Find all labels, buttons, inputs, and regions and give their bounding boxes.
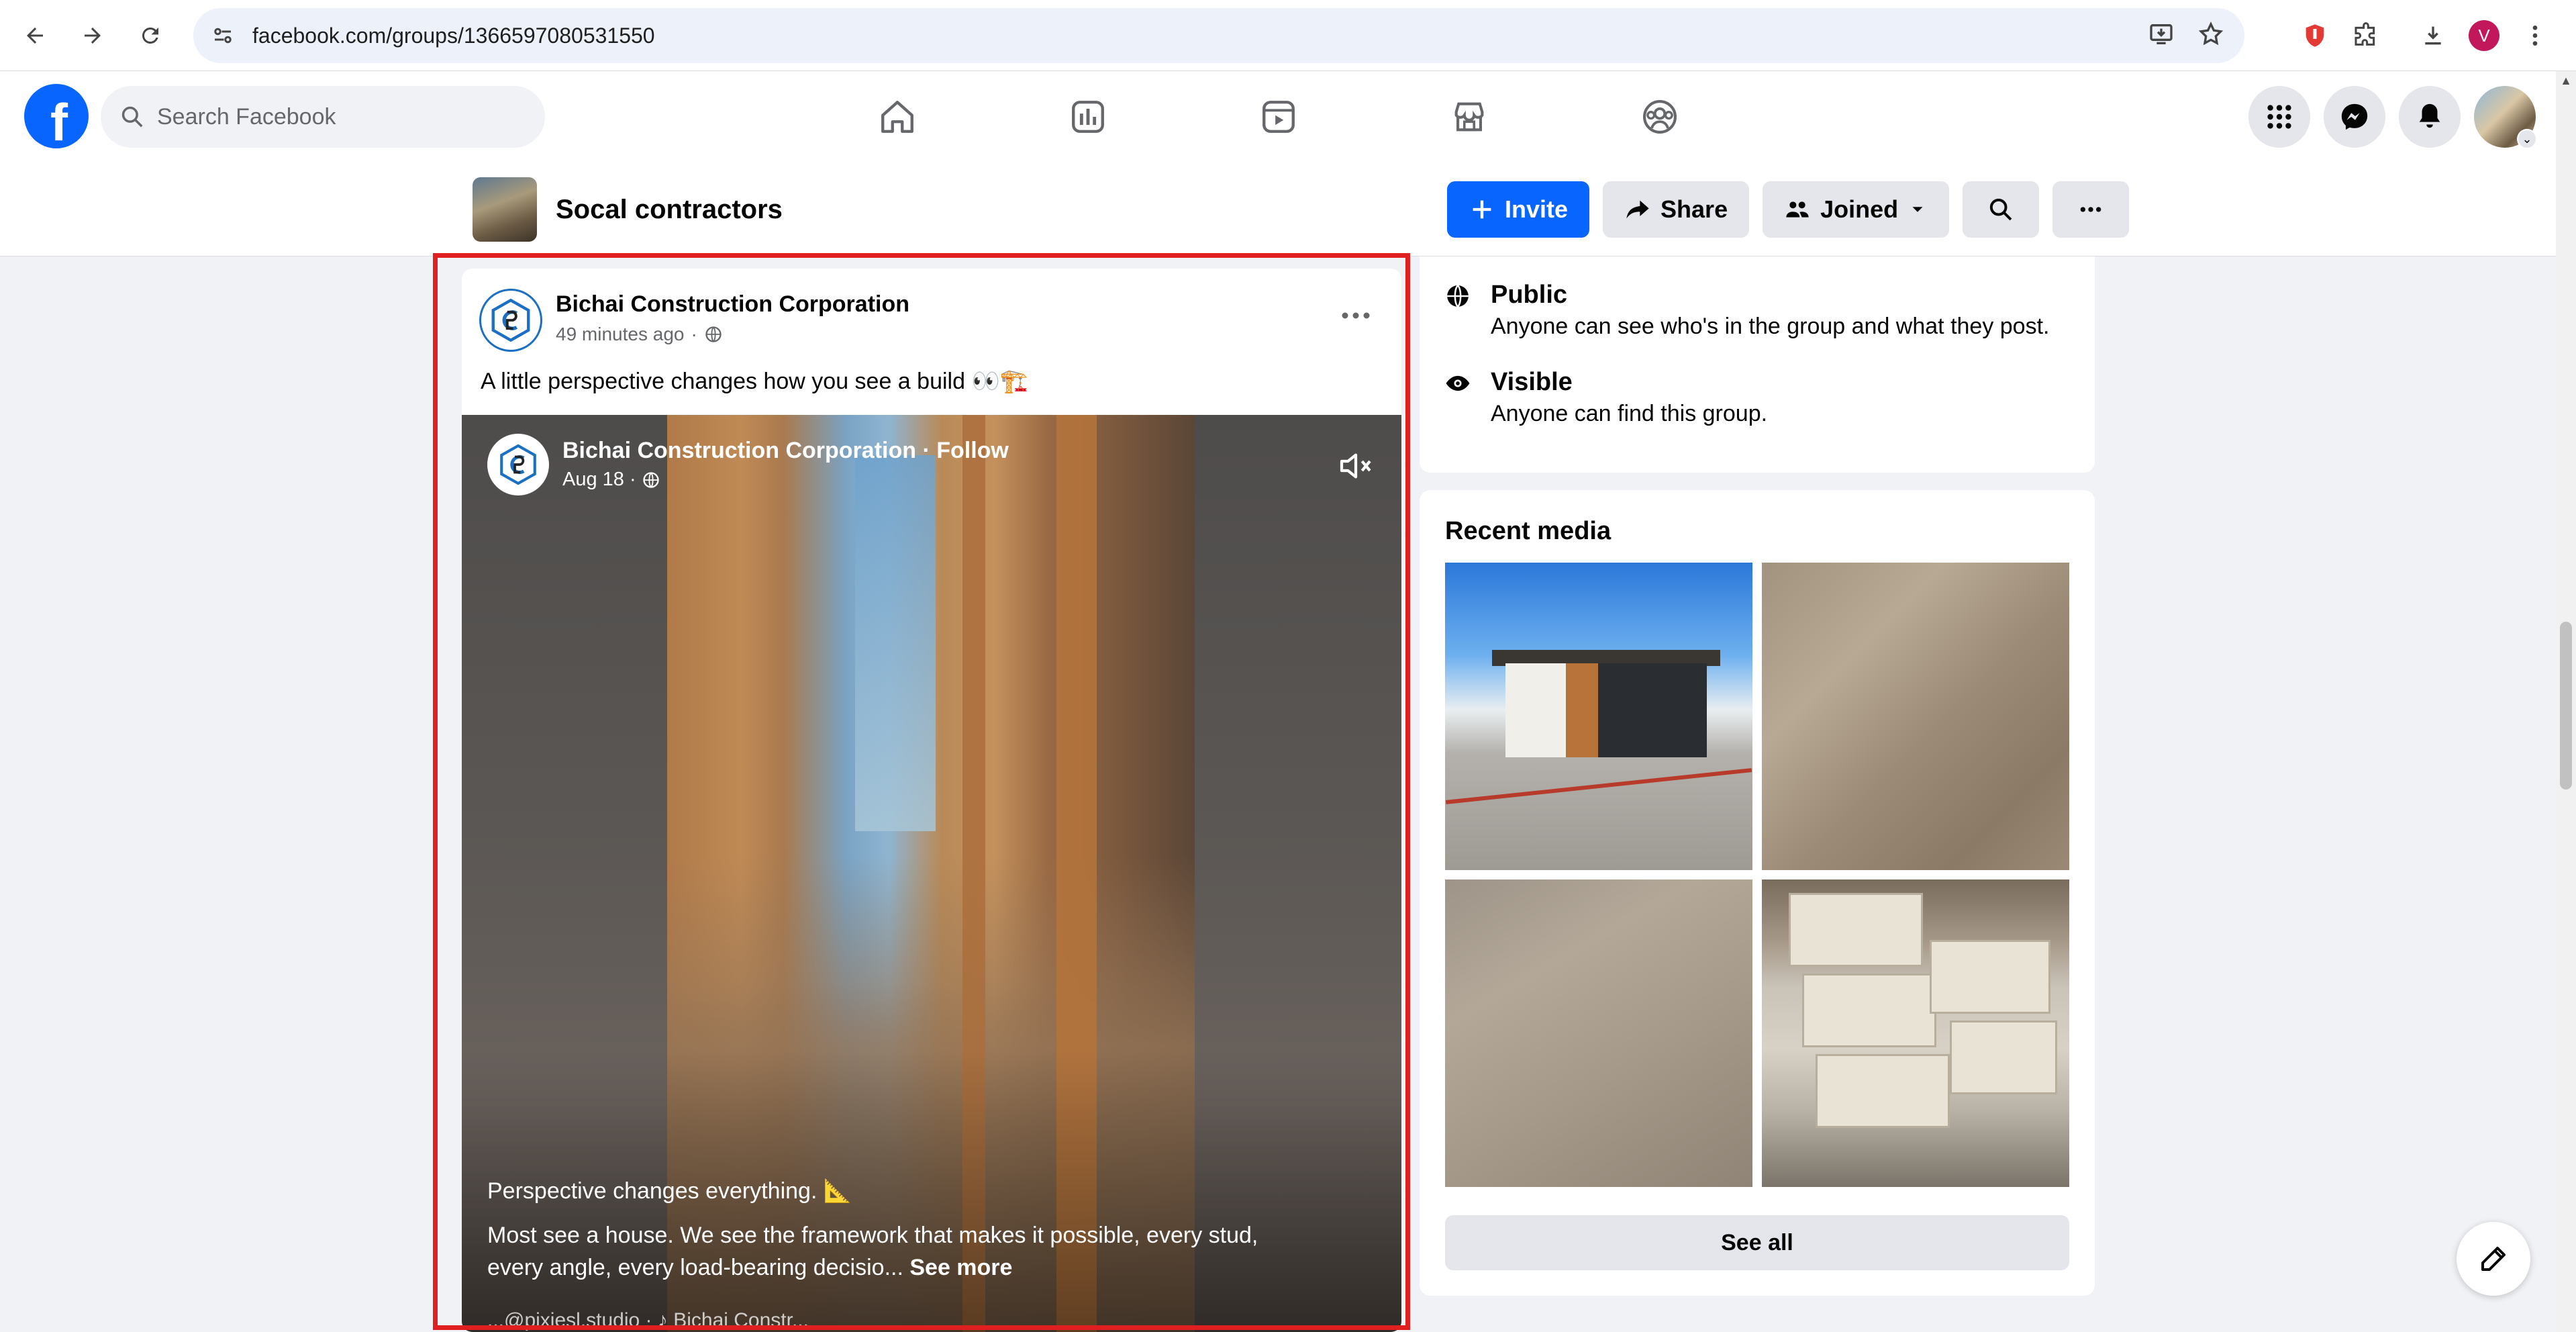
media-hose-line	[1445, 768, 1752, 804]
facebook-search[interactable]	[101, 86, 545, 148]
home-icon	[881, 101, 913, 133]
recent-media-grid	[1445, 563, 2069, 1187]
share-button[interactable]: Share	[1603, 181, 1750, 238]
about-card: Public Anyone can see who's in the group…	[1420, 256, 2095, 473]
new-message-button[interactable]	[2457, 1222, 2530, 1296]
media-thumbnail[interactable]	[1762, 563, 2069, 870]
scroll-up-icon[interactable]: ▲	[2556, 71, 2576, 90]
more-icon	[2080, 207, 2101, 212]
facebook-header: f ⌄	[0, 71, 2556, 162]
address-bar[interactable]: facebook.com/groups/1366597080531550	[193, 8, 2244, 63]
tab-groups[interactable]	[1565, 71, 1755, 162]
plus-icon	[1473, 200, 1491, 219]
grid-menu-icon	[2267, 105, 2291, 129]
notifications-button[interactable]	[2399, 86, 2461, 148]
menu-button[interactable]	[2248, 86, 2310, 148]
forward-button[interactable]	[71, 14, 114, 57]
scrollbar-thumb[interactable]	[2560, 622, 2572, 790]
see-all-button[interactable]: See all	[1445, 1215, 2069, 1270]
compose-icon	[2481, 1247, 2506, 1271]
globe-icon	[1447, 285, 1469, 307]
share-label: Share	[1661, 195, 1728, 223]
group-more-button[interactable]	[2052, 181, 2130, 238]
privacy-visible-title: Visible	[1491, 368, 1573, 396]
media-thumbnail[interactable]	[1445, 879, 1752, 1187]
joined-label: Joined	[1820, 195, 1899, 223]
install-app-icon[interactable]	[2148, 21, 2175, 51]
messenger-icon	[2341, 103, 2368, 130]
search-icon	[1989, 198, 2012, 221]
account-avatar[interactable]: ⌄	[2474, 86, 2537, 149]
media-box	[1816, 1054, 1950, 1128]
eye-icon	[1446, 375, 1470, 391]
forward-arrow-icon	[85, 27, 101, 44]
caret-down-icon	[1912, 207, 1923, 212]
share-icon	[1626, 200, 1649, 219]
invite-button[interactable]: Invite	[1447, 181, 1590, 238]
invite-label: Invite	[1505, 195, 1569, 223]
back-arrow-icon	[27, 27, 43, 44]
tab-dashboard[interactable]	[993, 71, 1183, 162]
video-icon	[1262, 101, 1295, 133]
privacy-visible-desc: Anyone can find this group.	[1491, 401, 1768, 426]
bell-icon	[2419, 103, 2440, 128]
profile-avatar: V	[2469, 20, 2499, 51]
recent-media-card: Recent media See all	[1420, 490, 2095, 1296]
profile-button[interactable]: V	[2463, 15, 2505, 56]
privacy-public: Public Anyone can see who's in the group…	[1445, 281, 2050, 340]
tab-video[interactable]	[1183, 71, 1374, 162]
media-box	[1789, 893, 1923, 967]
browser-menu-icon[interactable]	[2514, 15, 2556, 56]
group-header-bar: Socal contractors Invite Share Joined	[0, 162, 2556, 256]
search-icon	[121, 106, 143, 128]
group-search-button[interactable]	[1963, 181, 2040, 238]
site-settings-icon[interactable]	[208, 21, 238, 50]
search-input[interactable]	[157, 103, 506, 130]
post-highlight-box	[433, 253, 1410, 1330]
main-nav-tabs	[802, 71, 1755, 162]
reload-button[interactable]	[129, 14, 172, 57]
privacy-public-desc: Anyone can see who's in the group and wh…	[1491, 314, 2050, 339]
messenger-button[interactable]	[2324, 86, 2385, 148]
media-thumbnail[interactable]	[1762, 879, 2069, 1187]
header-actions: ⌄	[2248, 86, 2556, 149]
facebook-logo-glyph: f	[50, 92, 68, 152]
back-button[interactable]	[13, 14, 56, 57]
recent-media-title: Recent media	[1445, 517, 1612, 545]
reload-icon	[142, 27, 158, 44]
privacy-visible: Visible Anyone can find this group.	[1445, 368, 1767, 427]
bookmark-star-icon[interactable]	[2197, 21, 2224, 51]
media-thumbnail[interactable]	[1445, 563, 1752, 870]
chevron-down-icon: ⌄	[2517, 129, 2537, 149]
members-icon	[1786, 201, 1809, 218]
media-box	[1950, 1020, 2057, 1094]
extensions-puzzle-icon[interactable]	[2345, 15, 2387, 56]
dashboard-icon	[1072, 101, 1104, 133]
group-actions: Invite Share Joined	[1447, 181, 2130, 238]
extension-shield-icon[interactable]	[2294, 15, 2336, 56]
group-thumbnail[interactable]	[473, 177, 537, 242]
marketplace-icon	[1454, 102, 1484, 132]
media-house	[1505, 663, 1707, 757]
downloads-icon[interactable]	[2412, 15, 2454, 56]
url-text[interactable]: facebook.com/groups/1366597080531550	[252, 23, 655, 48]
tab-marketplace[interactable]	[1374, 71, 1565, 162]
groups-icon	[1642, 99, 1677, 134]
tab-home[interactable]	[802, 71, 993, 162]
media-box	[1802, 973, 1936, 1047]
page-scrollbar[interactable]: ▲	[2556, 71, 2576, 1332]
browser-toolbar: facebook.com/groups/1366597080531550 V	[0, 0, 2576, 71]
media-box	[1930, 940, 2050, 1014]
facebook-logo[interactable]: f	[24, 84, 89, 152]
group-name[interactable]: Socal contractors	[556, 195, 783, 225]
privacy-public-title: Public	[1491, 281, 1568, 309]
joined-button[interactable]: Joined	[1763, 181, 1950, 238]
